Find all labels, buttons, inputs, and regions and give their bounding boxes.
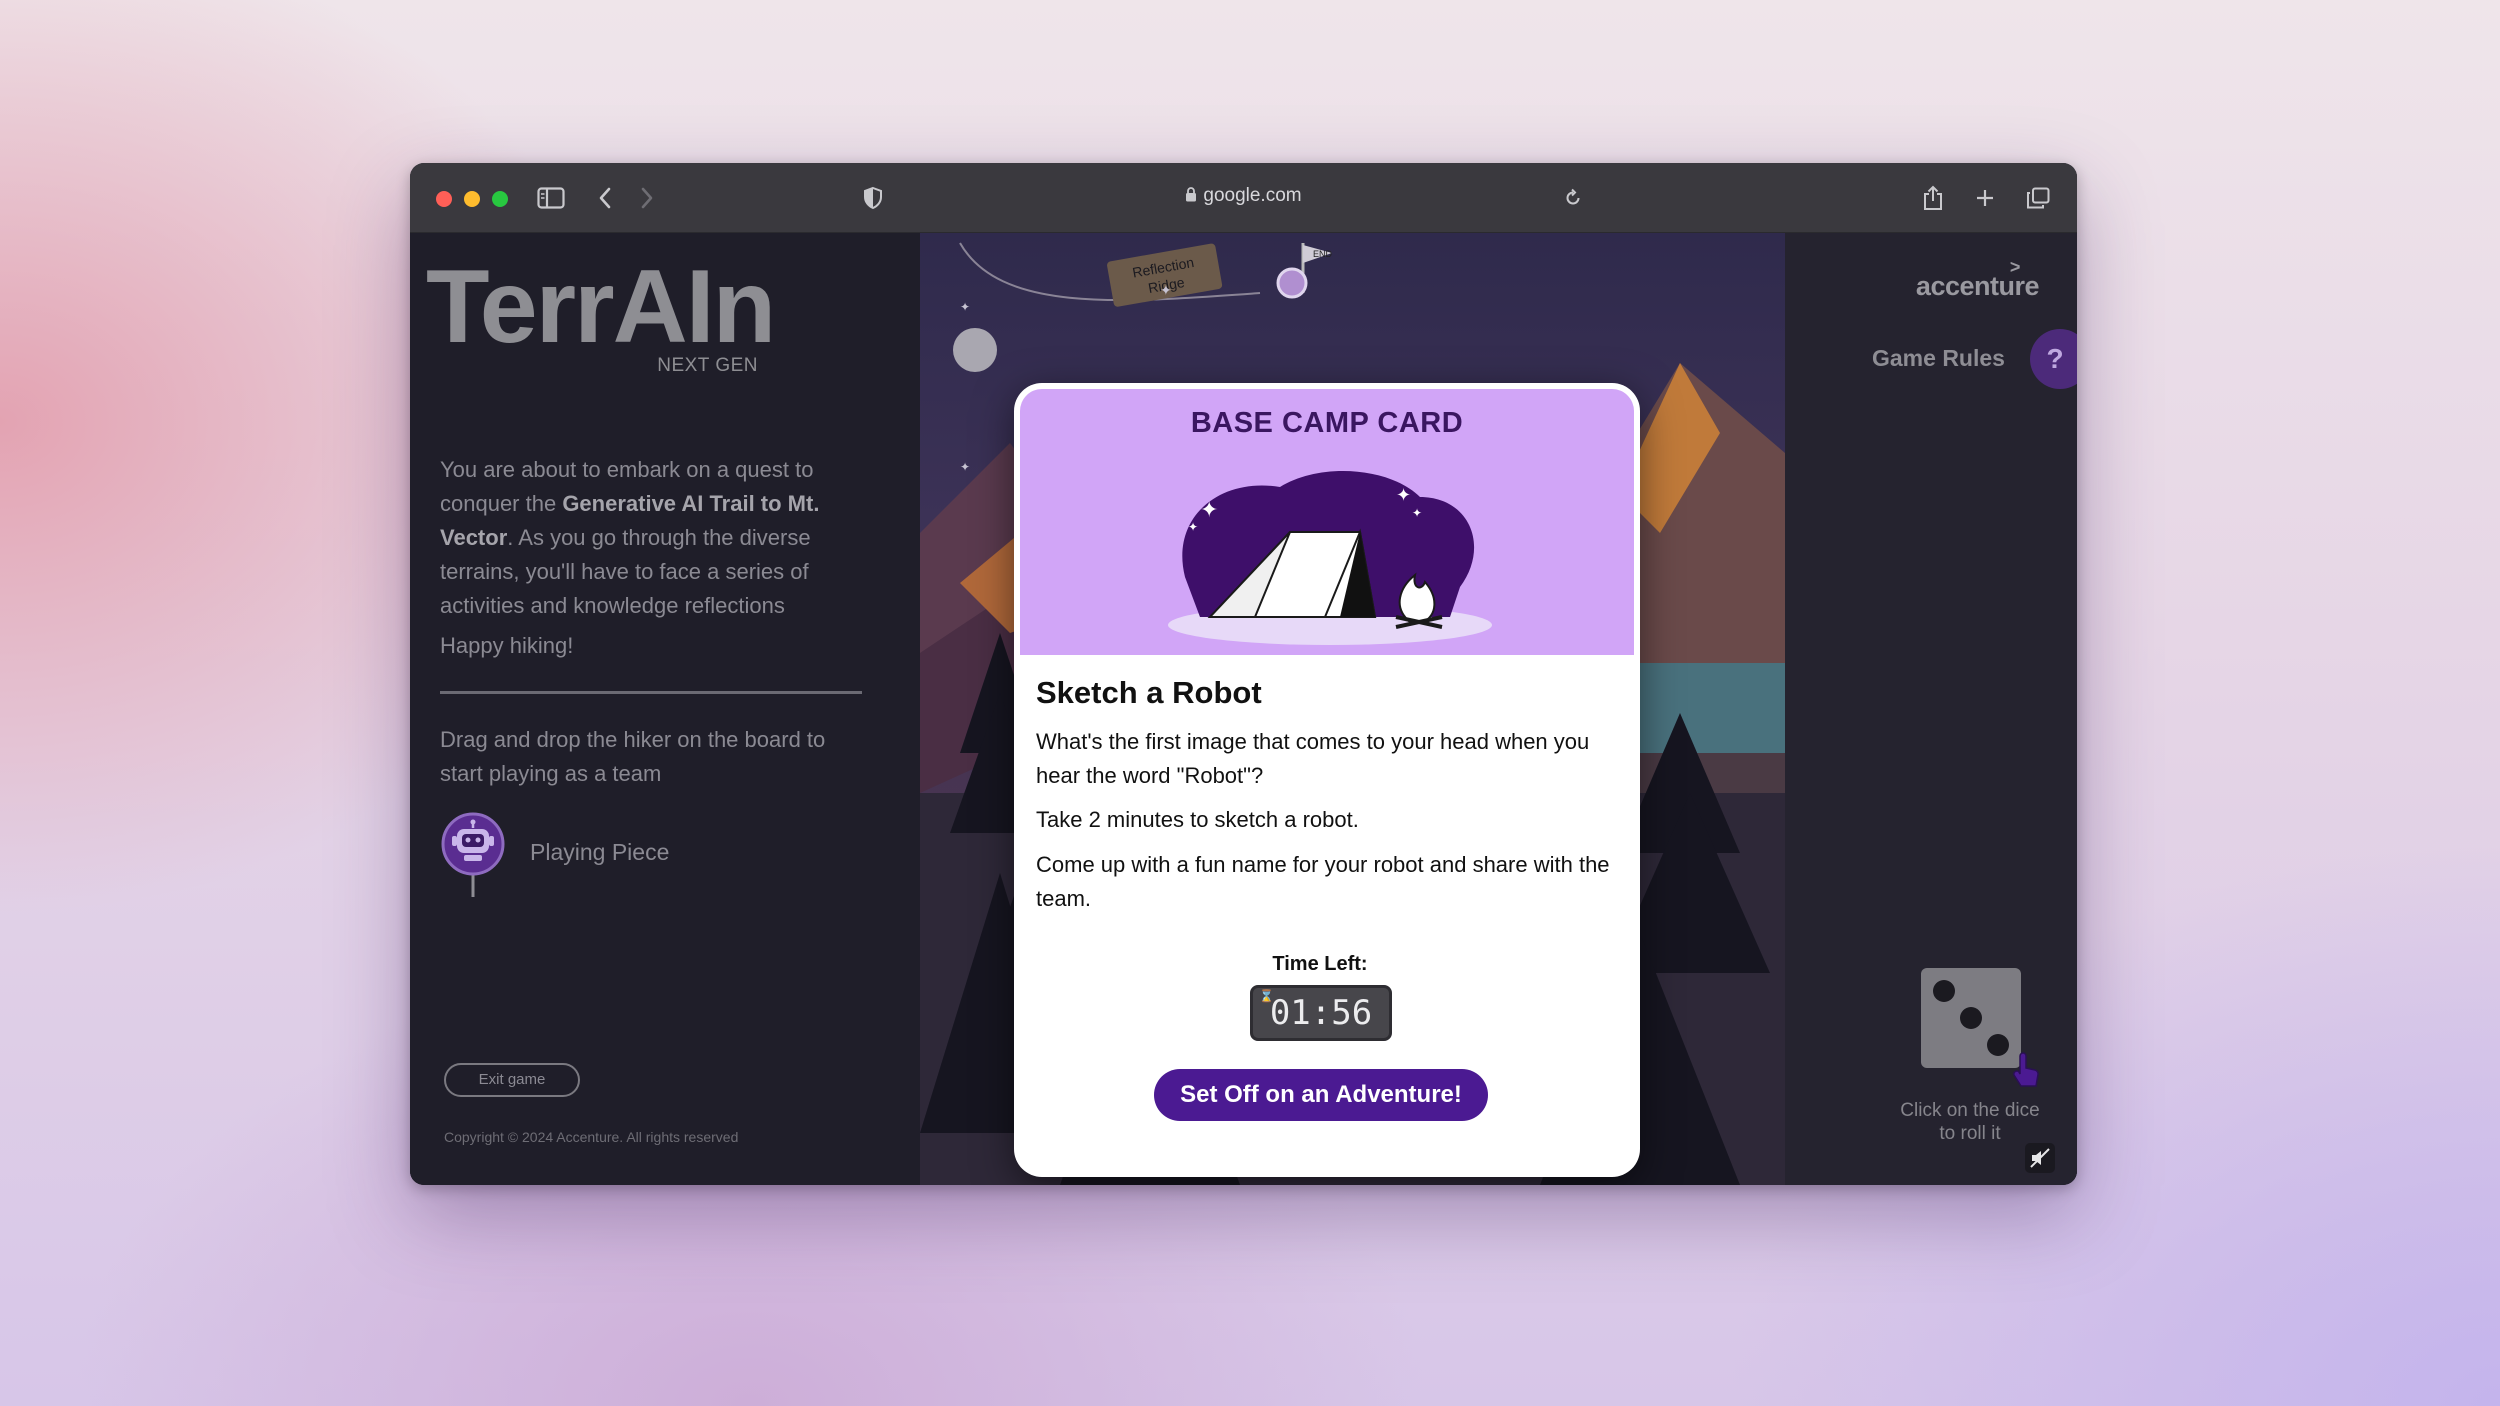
- dice-button[interactable]: [1921, 968, 2039, 1087]
- happy-hiking-text: Happy hiking!: [440, 633, 574, 658]
- timer-value: 01:56: [1269, 993, 1373, 1033]
- svg-text:✦: ✦: [1160, 282, 1172, 298]
- accenture-logo-mark: >: [2009, 257, 2021, 277]
- dice-hint-text: Click on the dice to roll it: [1900, 1100, 2040, 1144]
- svg-text:✦: ✦: [1188, 520, 1198, 534]
- svg-text:✦: ✦: [1200, 497, 1218, 522]
- panel-divider: [440, 691, 862, 694]
- svg-text:✦: ✦: [1396, 485, 1411, 505]
- game-logo-subtitle: NEXT GEN: [657, 355, 758, 376]
- browser-window: google.com TerrAIn NEXT GEN You are abou…: [410, 163, 2077, 1185]
- exit-game-button[interactable]: Exit game: [444, 1063, 580, 1097]
- set-off-adventure-button[interactable]: Set Off on an Adventure!: [1154, 1069, 1488, 1121]
- svg-text:✦: ✦: [960, 300, 970, 314]
- tab-overview-icon[interactable]: [2023, 183, 2053, 213]
- time-left-label: Time Left:: [1272, 953, 1368, 975]
- lock-icon: [1185, 186, 1197, 208]
- reload-icon[interactable]: [1558, 183, 1588, 213]
- card-text-followup: Come up with a fun name for your robot a…: [1036, 852, 1610, 911]
- base-camp-card-modal: BASE CAMP CARD ✦ ✦ ✦ ✦ Sketch a Robot Wh…: [1014, 383, 1640, 1177]
- camp-tent-icon: ✦ ✦ ✦ ✦: [1168, 470, 1492, 645]
- dice-pip: [1933, 980, 1955, 1002]
- copyright-text: Copyright © 2024 Accenture. All rights r…: [444, 1129, 739, 1145]
- share-icon[interactable]: [1918, 183, 1948, 213]
- countdown-timer: ⌛ 01:56: [1250, 985, 1392, 1041]
- hourglass-icon: ⌛: [1259, 989, 1274, 1003]
- card-text-question: What's the first image that comes to you…: [1036, 729, 1590, 788]
- card-text-instruction: Take 2 minutes to sketch a robot.: [1036, 807, 1359, 832]
- card-title: Sketch a Robot: [1036, 675, 1262, 710]
- browser-toolbar: google.com: [410, 163, 2077, 233]
- card-header-title: BASE CAMP CARD: [1190, 407, 1464, 439]
- new-tab-icon[interactable]: [1970, 183, 2000, 213]
- url-text: google.com: [1203, 185, 1302, 206]
- accenture-logo: > accenture: [1915, 257, 2040, 302]
- pointer-hand-icon: [2013, 1052, 2039, 1087]
- svg-text:✦: ✦: [960, 460, 970, 474]
- end-flag-label: END: [1313, 249, 1333, 259]
- dice-pip: [1960, 1007, 1982, 1029]
- game-rules-link[interactable]: Game Rules: [1872, 345, 2005, 372]
- hiker-playing-piece[interactable]: [440, 811, 506, 901]
- address-bar[interactable]: google.com: [410, 185, 2077, 208]
- drag-hint-text: Drag and drop the hiker on the board to …: [440, 727, 826, 786]
- game-logo: TerrAIn: [426, 249, 776, 365]
- page-content: TerrAIn NEXT GEN You are about to embark…: [410, 233, 2077, 1185]
- dice-pip: [1987, 1034, 2009, 1056]
- intro-text: You are about to embark on a quest to co…: [440, 457, 820, 618]
- svg-text:✦: ✦: [1412, 506, 1422, 520]
- accenture-wordmark: accenture: [1915, 271, 2040, 301]
- card-header: BASE CAMP CARD ✦ ✦ ✦ ✦: [1020, 389, 1634, 655]
- game-info-panel: TerrAIn NEXT GEN You are about to embark…: [410, 233, 920, 1185]
- mute-sound-icon[interactable]: [2025, 1143, 2055, 1173]
- playing-piece-label: Playing Piece: [530, 839, 670, 865]
